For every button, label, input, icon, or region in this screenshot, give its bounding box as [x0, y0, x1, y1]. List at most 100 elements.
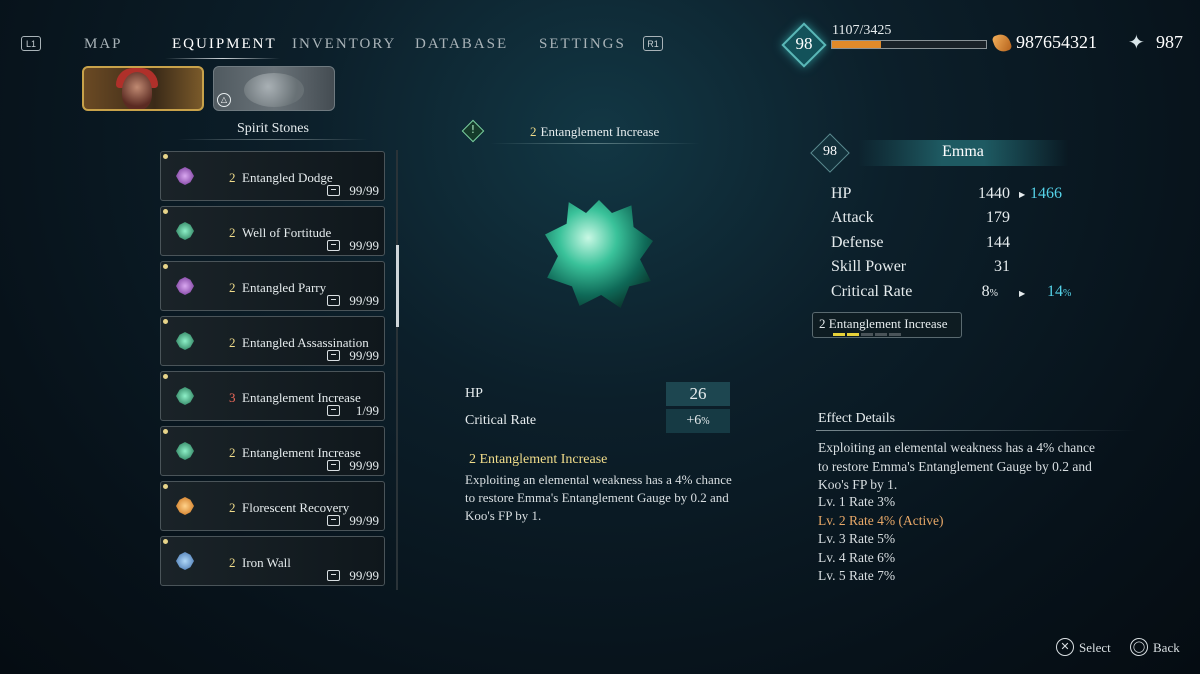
effect-level-part: Lv.: [818, 512, 839, 528]
tab-equipment[interactable]: EQUIPMENT: [172, 36, 277, 53]
spirit-stone-list-item[interactable]: 2 Entangled Parry 99/99: [160, 261, 385, 311]
effect-level-part: Rate: [845, 568, 878, 583]
description-text: Exploiting an elemental weakness has a 4…: [465, 471, 740, 525]
stat-crit-label: Critical Rate: [831, 283, 913, 300]
equipped-spirit-stone-slot[interactable]: 2 Entanglement Increase: [812, 312, 962, 338]
effect-level-part: 1: [838, 494, 846, 509]
stone-name: Well of Fortitude: [242, 225, 332, 240]
koo-portrait: [244, 73, 304, 107]
spirit-stone-gem-icon: [176, 387, 194, 405]
stone-quantity: 1/99: [355, 403, 379, 418]
effect-level-line: Lv. 1 Rate 3%: [818, 494, 895, 510]
stat-hp-new-value: 1466: [1030, 185, 1062, 202]
stone-quantity: 99/99: [349, 183, 379, 198]
description-name: Entanglement Increase: [479, 452, 608, 467]
spirit-stone-list-item[interactable]: 2 Florescent Recovery 99/99: [160, 481, 385, 531]
inventory-bag-icon: [327, 185, 340, 196]
stat-defense-value: 144: [986, 234, 1010, 251]
xp-text: 1107/3425: [832, 23, 892, 38]
spirit-stone-gem-icon: [176, 552, 194, 570]
stone-quantity: 99/99: [349, 513, 379, 528]
spirit-stone-list-item[interactable]: 2 Entanglement Increase 99/99: [160, 426, 385, 476]
new-indicator-dot: [163, 264, 168, 269]
spirit-stone-list-item[interactable]: 2 Entangled Assassination 99/99: [160, 316, 385, 366]
stone-level: 2: [229, 335, 236, 350]
detail-stat-value: 26: [666, 382, 730, 406]
spirit-stone-list-item[interactable]: 2 Entangled Dodge 99/99: [160, 151, 385, 201]
spirit-stone-gem-icon: [176, 442, 194, 460]
list-scrollbar-track[interactable]: [396, 150, 398, 590]
effect-level-part: 5: [838, 568, 846, 583]
stone-level: 2: [229, 445, 236, 460]
equipped-stone-level: 2: [819, 316, 826, 331]
new-indicator-dot: [163, 319, 168, 324]
effect-part: Exploiting an elemental weakness has a: [818, 440, 1037, 455]
character-name: Emma: [942, 143, 984, 160]
new-indicator-dot: [163, 374, 168, 379]
stat-hp-label: HP: [831, 185, 852, 202]
stone-quantity: 99/99: [349, 238, 379, 253]
inventory-bag-icon: [327, 350, 340, 361]
amber-count: 987654321: [1016, 32, 1097, 52]
character-tab-emma[interactable]: [82, 66, 204, 111]
spirit-stone-list-item[interactable]: 3 Entanglement Increase 1/99: [160, 371, 385, 421]
desc-part: Exploiting an elemental weakness has a: [465, 472, 676, 487]
back-prompt[interactable]: Back: [1153, 640, 1180, 656]
inventory-bag-icon: [327, 405, 340, 416]
new-indicator-dot: [163, 429, 168, 434]
spirit-star-icon: ✦: [1128, 32, 1145, 54]
stat-attack-value: 179: [986, 209, 1010, 226]
spirit-stone-list-item[interactable]: 2 Well of Fortitude 99/99: [160, 206, 385, 256]
select-prompt[interactable]: Select: [1079, 640, 1111, 656]
tab-settings[interactable]: SETTINGS: [539, 36, 626, 53]
r1-button-hint[interactable]: R1: [643, 36, 663, 51]
tab-inventory[interactable]: INVENTORY: [292, 36, 396, 53]
desc-part: .: [538, 508, 542, 523]
equipped-stone-label: 2 Entanglement Increase: [819, 316, 948, 332]
stone-name: Iron Wall: [242, 555, 291, 570]
inventory-bag-icon: [327, 460, 340, 471]
stone-quantity: 99/99: [349, 348, 379, 363]
spirit-stone-crystal-image: [545, 200, 653, 308]
description-level: 2: [469, 452, 476, 467]
effect-level-line: Lv. 5 Rate 7%: [818, 568, 895, 584]
effect-level-part: 4%: [877, 512, 896, 528]
effect-level-part: 3%: [877, 494, 896, 509]
stone-level: 2: [229, 500, 236, 515]
triangle-button-icon: △: [217, 93, 231, 107]
tab-map[interactable]: MAP: [84, 36, 123, 53]
stone-quantity: 99/99: [349, 458, 379, 473]
spirit-stone-gem-icon: [176, 497, 194, 515]
tab-database[interactable]: DATABASE: [415, 36, 508, 53]
new-indicator-dot: [163, 154, 168, 159]
list-title-divider: [178, 139, 368, 140]
stat-crit-new-number: 14: [1047, 283, 1063, 300]
detail-stat-label: Critical Rate: [465, 413, 537, 428]
detail-stat-number: +6: [686, 413, 702, 428]
spirit-stone-gem-icon: [176, 332, 194, 350]
inventory-bag-icon: [327, 570, 340, 581]
stone-level: 2: [229, 555, 236, 570]
stone-level-segment: [861, 333, 873, 336]
alert-mark: !: [470, 123, 476, 136]
stone-name: Entanglement Increase: [242, 390, 361, 405]
effect-level-line: Lv. 3 Rate 5%: [818, 531, 895, 547]
effect-level-part: 3: [838, 531, 846, 546]
effect-level-part: 2: [838, 512, 846, 528]
effect-level-part: Lv.: [818, 568, 839, 583]
effect-level-part: Rate: [845, 512, 878, 528]
effect-level-part: Rate: [845, 549, 878, 565]
amber-icon: [991, 31, 1013, 55]
spirit-stone-list-item[interactable]: 2 Iron Wall 99/99: [160, 536, 385, 586]
emma-portrait: [122, 72, 152, 109]
character-tab-koo[interactable]: △: [213, 66, 335, 111]
l1-button-hint[interactable]: L1: [21, 36, 41, 51]
stat-hp-value: 1440: [978, 185, 1010, 202]
detail-name: Entanglement Increase: [540, 124, 660, 139]
stat-attack-label: Attack: [831, 209, 874, 226]
stat-crit-unit: %: [989, 288, 998, 299]
arrow-right-icon: ▶: [1019, 190, 1026, 199]
list-scrollbar-thumb[interactable]: [396, 245, 399, 327]
effect-part: .: [893, 477, 898, 492]
effect-level-line: Lv. 2 Rate 4% (Active): [818, 513, 943, 529]
